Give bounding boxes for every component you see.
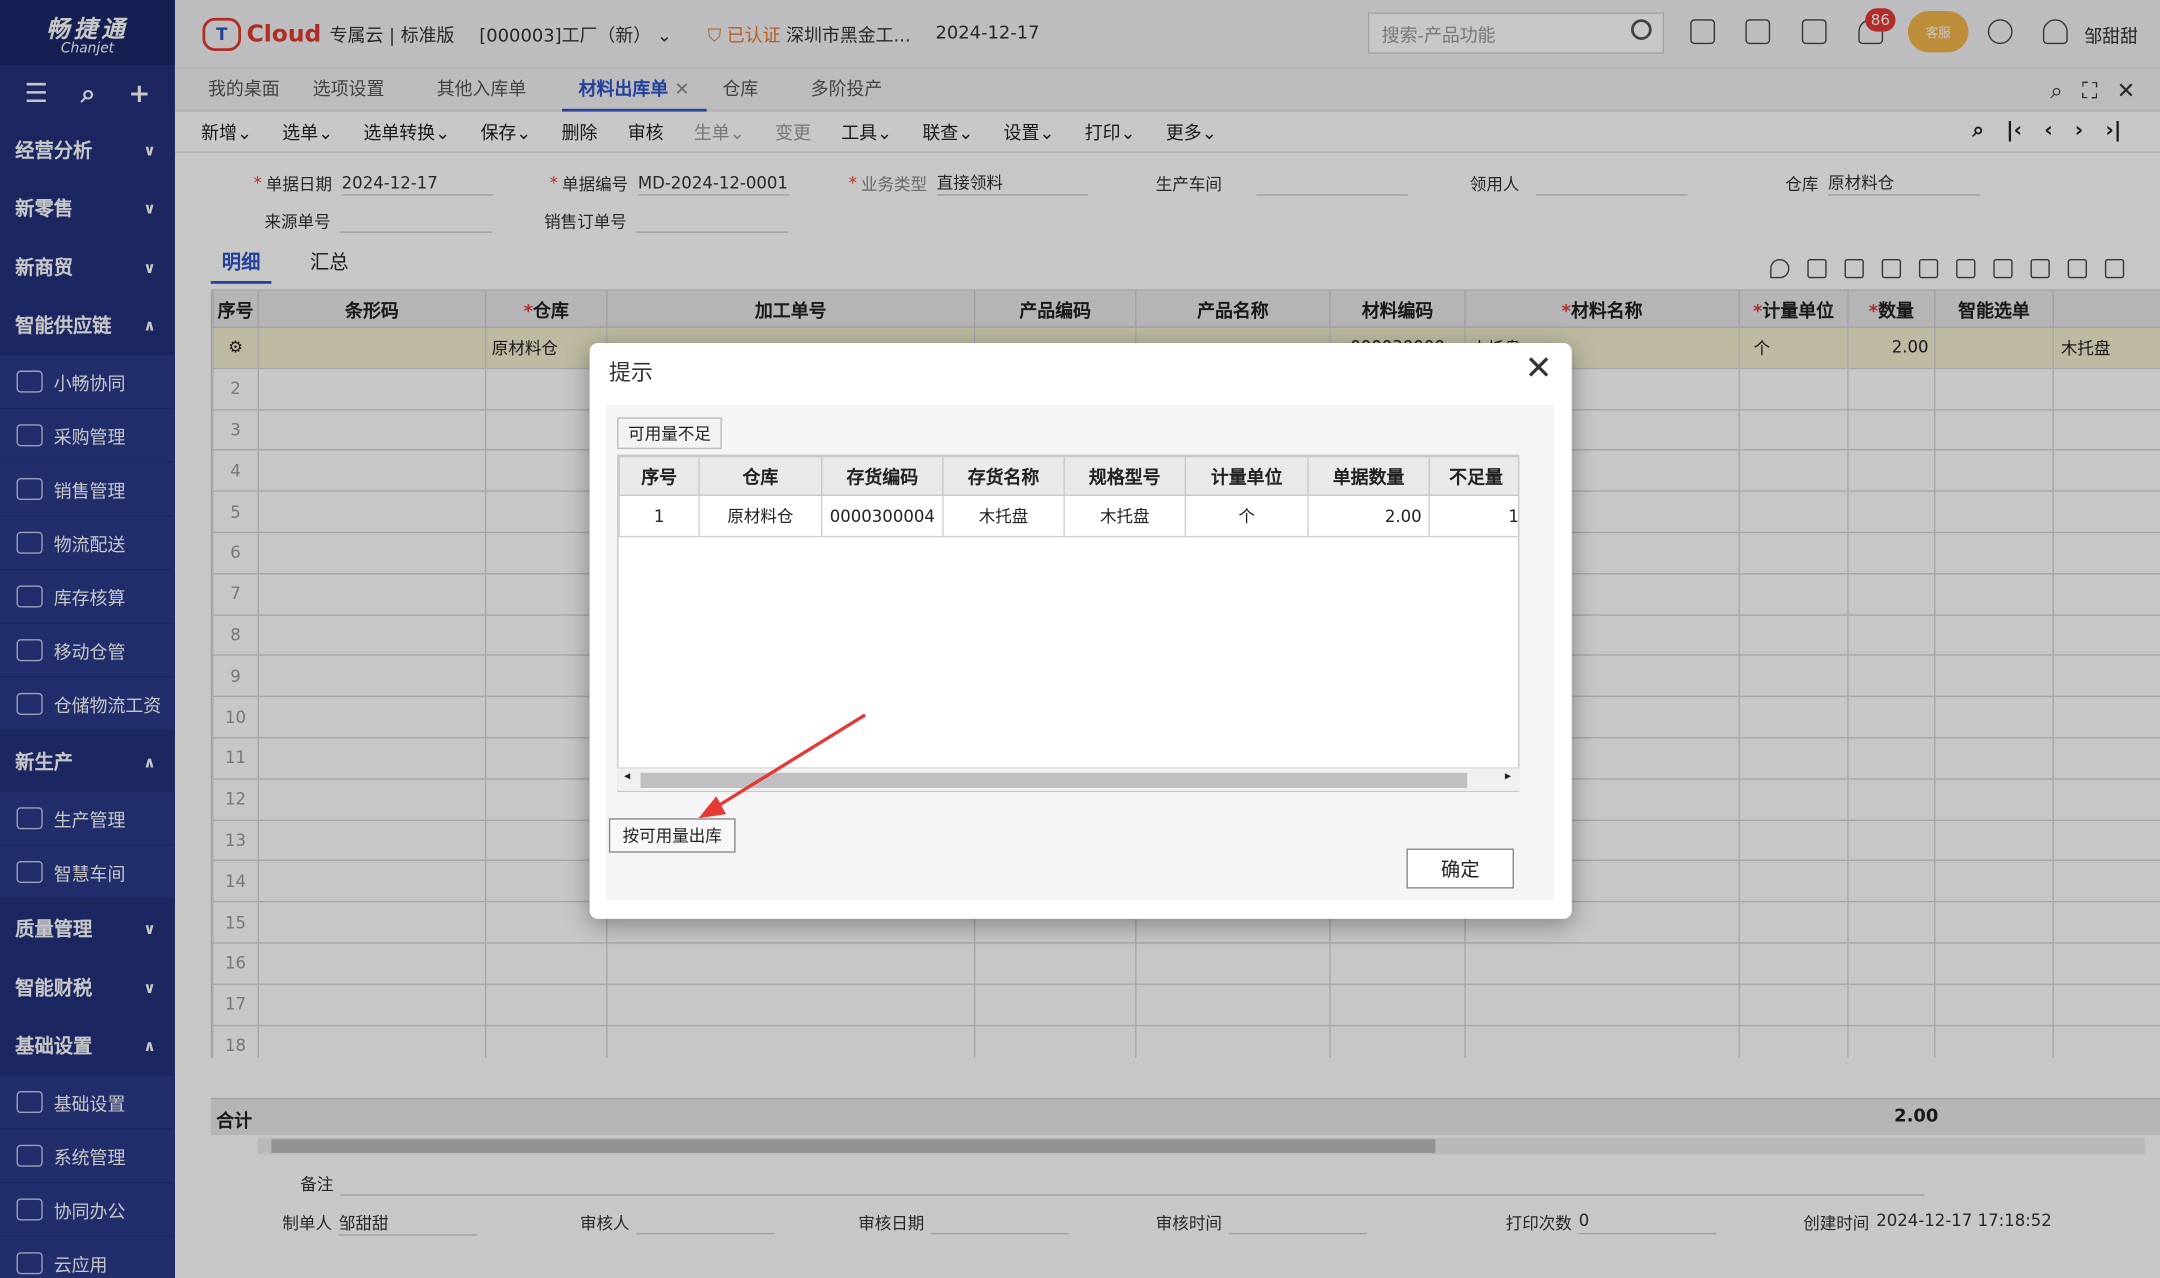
annotation-arrow	[698, 713, 866, 819]
arrow-line	[712, 713, 866, 811]
arrow-head	[698, 796, 726, 819]
